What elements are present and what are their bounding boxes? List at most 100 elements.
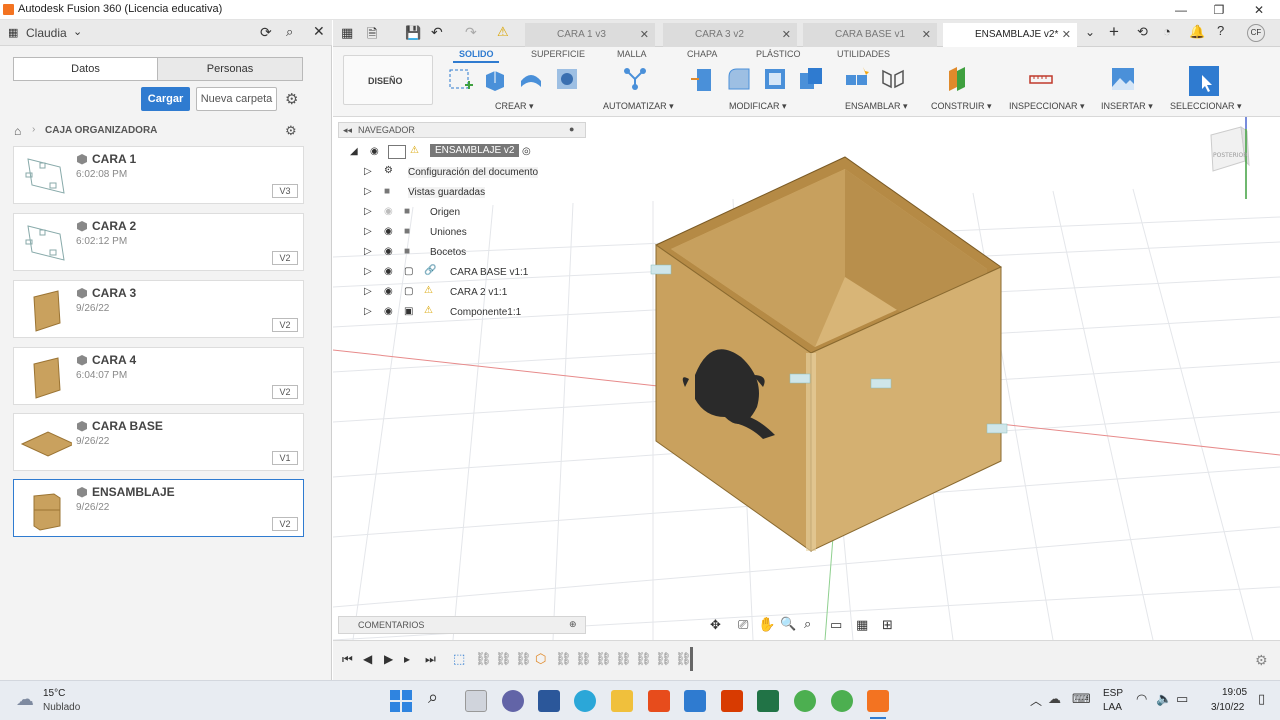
close-panel-icon[interactable]: ✕ xyxy=(313,23,325,40)
go-to-end-icon[interactable]: ⏭ xyxy=(425,652,436,667)
onedrive-icon[interactable]: ☁ xyxy=(1048,691,1061,707)
tab-list-chevron-icon[interactable]: ⌄ xyxy=(1085,25,1095,39)
step-forward-icon[interactable]: ▸ xyxy=(404,652,410,666)
file-card[interactable]: CARA 1 6:02:08 PM V3 xyxy=(13,146,304,204)
version-badge[interactable]: V2 xyxy=(272,385,298,399)
visibility-eye-icon[interactable]: ◉ xyxy=(384,266,393,277)
excel-icon[interactable] xyxy=(757,690,779,712)
viewports-icon[interactable]: ⊞ xyxy=(882,617,893,633)
go-to-start-icon[interactable]: ⏮ xyxy=(342,652,353,667)
expand-arrow-icon[interactable]: ▷ xyxy=(364,206,372,217)
upload-button[interactable]: Cargar xyxy=(141,87,190,111)
battery-icon[interactable]: ▭ xyxy=(1176,691,1188,707)
expand-arrow-icon[interactable]: ▷ xyxy=(364,166,372,177)
file-card[interactable]: CARA BASE 9/26/22 V1 xyxy=(13,413,304,471)
pan-hand-icon[interactable]: ✋ xyxy=(758,616,775,633)
file-card-selected[interactable]: ENSAMBLAJE 9/26/22 V2 xyxy=(13,479,304,537)
clock-time[interactable]: 19:05 xyxy=(1222,687,1247,698)
measure-icon[interactable] xyxy=(1027,65,1055,93)
task-view-icon[interactable] xyxy=(465,690,487,712)
tree-item[interactable]: ▷ ◉ ■ Bocetos xyxy=(364,243,564,263)
visibility-eye-icon[interactable]: ◉ xyxy=(384,286,393,297)
joint-icon[interactable] xyxy=(879,65,907,93)
timeline-joint-icon[interactable]: ⛓ xyxy=(515,651,532,667)
group-modificar[interactable]: MODIFICAR ▾ xyxy=(729,101,787,112)
volume-icon[interactable]: 🔈 xyxy=(1156,691,1172,707)
display-settings-icon[interactable]: ▭ xyxy=(830,617,842,633)
tree-root[interactable]: ◢ ◉ ⚠ ENSAMBLAJE v2 ◎ xyxy=(350,143,540,163)
weather-description[interactable]: Nublado xyxy=(43,702,80,713)
comments-add-icon[interactable]: ⊕ xyxy=(569,619,577,630)
view-cube[interactable]: POSTERIOR xyxy=(1210,117,1250,199)
file-menu-icon[interactable]: 🗎 xyxy=(367,25,377,47)
group-crear[interactable]: CREAR ▾ xyxy=(495,101,534,112)
ribbon-tab-chapa[interactable]: CHAPA xyxy=(687,49,717,59)
version-badge[interactable]: V2 xyxy=(272,251,298,265)
timeline-component-icon[interactable]: ⬡ xyxy=(535,651,546,667)
tray-chevron-icon[interactable]: ︿ xyxy=(1030,692,1042,709)
tree-item[interactable]: ▷ ◉ ▢ 🔗 CARA BASE v1:1 xyxy=(364,263,564,283)
timeline-settings-gear-icon[interactable]: ⚙ xyxy=(1255,652,1268,669)
job-status-icon[interactable]: ◔ xyxy=(1163,24,1171,39)
doc-tab-cara1[interactable]: CARA 1 v3 ✕ xyxy=(525,23,655,47)
offset-plane-icon[interactable] xyxy=(943,65,971,93)
wifi-icon[interactable]: ◠ xyxy=(1136,691,1147,707)
close-tab-icon[interactable]: ✕ xyxy=(640,23,649,47)
tree-item[interactable]: ▷ ◉ ▢ ⚠ CARA 2 v1:1 xyxy=(364,283,564,303)
timeline-joint-icon[interactable]: ⛓ xyxy=(615,651,632,667)
doc-tab-cara-base[interactable]: CARA BASE v1 ✕ xyxy=(803,23,937,47)
group-ensamblar[interactable]: ENSAMBLAR ▾ xyxy=(845,101,908,112)
create-sketch-icon[interactable] xyxy=(447,65,475,93)
group-insertar[interactable]: INSERTAR ▾ xyxy=(1101,101,1153,112)
weather-cloud-icon[interactable]: ☁ xyxy=(16,689,34,710)
search-icon[interactable]: ⌕ xyxy=(286,24,293,40)
close-tab-icon[interactable]: ✕ xyxy=(782,23,791,47)
visibility-eye-icon[interactable]: ◉ xyxy=(384,306,393,317)
fusion360-taskbar-icon[interactable] xyxy=(867,690,889,712)
ribbon-tab-superficie[interactable]: SUPERFICIE xyxy=(531,49,585,59)
settings-gear-icon[interactable]: ⚙ xyxy=(285,90,298,108)
timeline-joint-icon[interactable]: ⛓ xyxy=(635,651,652,667)
tree-item[interactable]: ▷ ■ Vistas guardadas xyxy=(364,183,564,203)
tab-datos[interactable]: Datos xyxy=(14,58,158,80)
chrome-icon[interactable] xyxy=(794,690,816,712)
file-card[interactable]: CARA 2 6:02:12 PM V2 xyxy=(13,213,304,271)
group-seleccionar[interactable]: SELECCIONAR ▾ xyxy=(1170,101,1242,112)
close-button[interactable]: ✕ xyxy=(1244,1,1274,19)
visibility-eye-icon[interactable]: ◉ xyxy=(384,246,393,257)
file-card[interactable]: CARA 4 6:04:07 PM V2 xyxy=(13,347,304,405)
zoom-icon[interactable]: 🔍 xyxy=(780,616,796,632)
undo-icon[interactable]: ↶ xyxy=(431,24,443,41)
folder-settings-icon[interactable]: ⚙ xyxy=(285,123,297,139)
automate-icon[interactable] xyxy=(621,65,649,93)
orbit-icon[interactable]: ✥ xyxy=(710,617,721,633)
clock-date[interactable]: 3/10/22 xyxy=(1211,702,1244,713)
comments-panel[interactable]: COMENTARIOS ⊕ xyxy=(338,616,586,634)
fillet-icon[interactable] xyxy=(725,65,753,93)
look-at-icon[interactable]: ⎚ xyxy=(738,617,748,633)
version-badge[interactable]: V1 xyxy=(272,451,298,465)
shell-icon[interactable] xyxy=(761,65,789,93)
start-button[interactable] xyxy=(390,690,412,712)
breadcrumb-folder[interactable]: CAJA ORGANIZADORA xyxy=(45,125,157,136)
expand-icon[interactable]: ◢ xyxy=(350,146,358,157)
activate-radio-icon[interactable]: ◎ xyxy=(522,146,531,157)
ribbon-tab-plastico[interactable]: PLÁSTICO xyxy=(756,49,801,59)
data-panel-toggle-icon[interactable]: ▦ xyxy=(341,25,353,41)
home-icon[interactable]: ⌂ xyxy=(14,124,21,138)
group-construir[interactable]: CONSTRUIR ▾ xyxy=(931,101,992,112)
chevron-down-icon[interactable]: ⌄ xyxy=(73,25,82,38)
visibility-eye-icon[interactable]: ◉ xyxy=(384,226,393,237)
combine-icon[interactable] xyxy=(797,65,825,93)
timeline-joint-icon[interactable]: ⛓ xyxy=(475,651,492,667)
group-inspeccionar[interactable]: INSPECCIONAR ▾ xyxy=(1009,101,1085,112)
timeline-joint-icon[interactable]: ⛓ xyxy=(575,651,592,667)
file-card[interactable]: CARA 3 9/26/22 V2 xyxy=(13,280,304,338)
expand-arrow-icon[interactable]: ▷ xyxy=(364,286,372,297)
timeline-sketch-icon[interactable]: ⬚ xyxy=(453,651,465,667)
doc-tab-cara3[interactable]: CARA 3 v2 ✕ xyxy=(663,23,797,47)
timeline-joint-icon[interactable]: ⛓ xyxy=(655,651,672,667)
new-component-icon[interactable] xyxy=(843,65,871,93)
help-icon[interactable]: ? xyxy=(1217,23,1224,38)
press-pull-icon[interactable] xyxy=(689,65,717,93)
